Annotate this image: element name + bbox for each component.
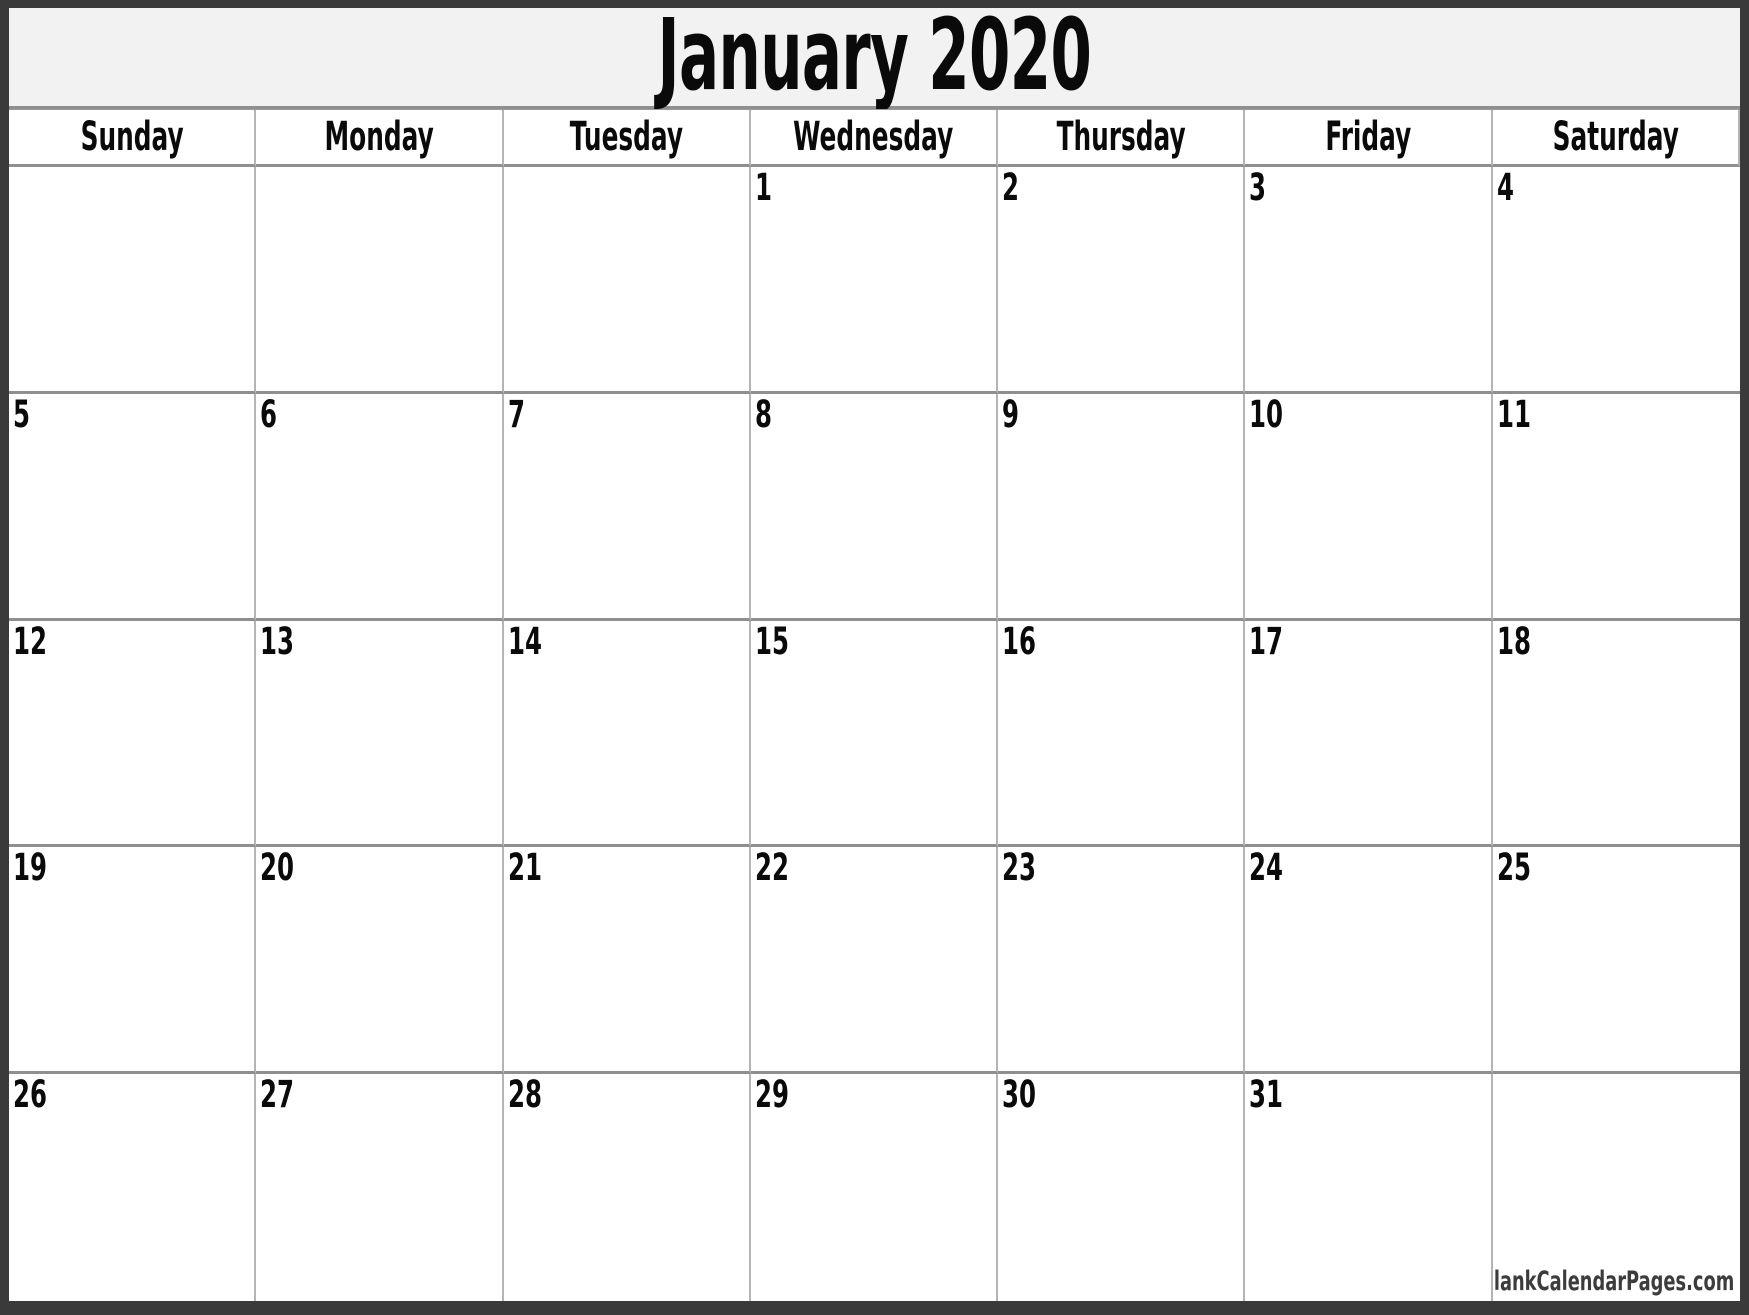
weekday-label: Monday — [324, 114, 434, 160]
day-cell[interactable] — [503, 167, 751, 394]
day-cell[interactable]: 3 — [1245, 167, 1493, 394]
day-cell[interactable]: 16 — [998, 620, 1246, 848]
day-number: 2 — [1002, 167, 1020, 209]
day-number: 17 — [1249, 620, 1284, 663]
day-cell[interactable]: 6 — [256, 393, 504, 621]
day-number: 19 — [13, 847, 47, 890]
day-number: 23 — [1002, 847, 1037, 890]
day-number: 28 — [507, 1074, 542, 1117]
site-credit: © BlankCalendarPages.com — [1492, 1266, 1734, 1297]
day-cell[interactable]: © BlankCalendarPages.com — [1492, 1074, 1740, 1301]
calendar-frame: January 2020 Sunday Monday Tuesday Wedne… — [0, 0, 1749, 1315]
weekday-header-thursday: Thursday — [998, 110, 1246, 167]
day-cell[interactable]: 28 — [503, 1074, 751, 1301]
calendar-grid: Sunday Monday Tuesday Wednesday Thursday… — [9, 110, 1740, 1301]
day-number: 22 — [754, 847, 789, 890]
day-number: 27 — [260, 1074, 295, 1117]
day-cell[interactable]: 4 — [1492, 167, 1740, 394]
day-cell[interactable]: 27 — [256, 1074, 504, 1301]
day-number: 31 — [1249, 1074, 1284, 1117]
day-number: 20 — [260, 847, 295, 890]
day-cell[interactable]: 12 — [9, 620, 257, 848]
day-number: 21 — [507, 847, 542, 890]
day-number: 29 — [754, 1074, 789, 1117]
day-number: 9 — [1002, 393, 1020, 436]
day-cell[interactable]: 20 — [256, 847, 504, 1075]
day-number: 6 — [260, 393, 278, 436]
day-cell[interactable]: 9 — [998, 393, 1246, 621]
weekday-header-wednesday: Wednesday — [750, 110, 999, 167]
weekday-label: Tuesday — [569, 114, 683, 160]
day-cell[interactable]: 13 — [256, 620, 504, 848]
day-number: 11 — [1496, 393, 1531, 436]
day-number: 15 — [754, 620, 789, 663]
day-number: 14 — [507, 620, 542, 663]
weekday-label: Saturday — [1552, 114, 1679, 160]
day-cell[interactable]: 21 — [503, 847, 751, 1075]
day-number: 18 — [1496, 620, 1531, 663]
day-number: 7 — [507, 393, 525, 436]
page-title: January 2020 — [657, 8, 1092, 110]
day-cell[interactable] — [256, 167, 504, 394]
weekday-header-tuesday: Tuesday — [503, 110, 751, 167]
weekday-header-friday: Friday — [1245, 110, 1493, 167]
day-number: 16 — [1002, 620, 1037, 663]
day-cell[interactable]: 15 — [750, 620, 999, 848]
day-number: 1 — [754, 167, 772, 209]
day-cell[interactable]: 14 — [503, 620, 751, 848]
day-number: 30 — [1002, 1074, 1037, 1117]
day-number: 5 — [13, 393, 30, 436]
weekday-header-sunday: Sunday — [9, 110, 257, 167]
day-cell[interactable]: 29 — [750, 1074, 999, 1301]
weekday-header-saturday: Saturday — [1492, 110, 1740, 167]
day-cell[interactable]: 8 — [750, 393, 999, 621]
day-cell[interactable]: 19 — [9, 847, 257, 1075]
day-cell[interactable]: 30 — [998, 1074, 1246, 1301]
day-number: 4 — [1496, 167, 1514, 209]
day-cell[interactable]: 7 — [503, 393, 751, 621]
day-number: 13 — [260, 620, 295, 663]
day-number: 26 — [13, 1074, 47, 1117]
day-cell[interactable]: 18 — [1492, 620, 1740, 848]
day-cell[interactable]: 31 — [1245, 1074, 1493, 1301]
weekday-label: Friday — [1325, 114, 1412, 160]
day-cell[interactable]: 5 — [9, 393, 257, 621]
day-cell[interactable]: 17 — [1245, 620, 1493, 848]
day-cell[interactable]: 25 — [1492, 847, 1740, 1075]
day-number: 10 — [1249, 393, 1284, 436]
day-cell[interactable]: 23 — [998, 847, 1246, 1075]
day-cell[interactable]: 10 — [1245, 393, 1493, 621]
day-number: 24 — [1249, 847, 1284, 890]
day-cell[interactable]: 22 — [750, 847, 999, 1075]
weekday-label: Sunday — [80, 114, 184, 160]
day-number: 3 — [1249, 167, 1267, 209]
day-cell[interactable]: 11 — [1492, 393, 1740, 621]
day-cell[interactable]: 2 — [998, 167, 1246, 394]
weekday-label: Wednesday — [793, 114, 954, 160]
day-cell[interactable]: 1 — [750, 167, 999, 394]
day-number: 25 — [1496, 847, 1531, 890]
day-number: 12 — [13, 620, 47, 663]
day-number: 8 — [754, 393, 772, 436]
weekday-header-monday: Monday — [256, 110, 504, 167]
day-cell[interactable]: 26 — [9, 1074, 257, 1301]
day-cell[interactable] — [9, 167, 257, 394]
calendar-title-bar: January 2020 — [9, 8, 1740, 110]
day-cell[interactable]: 24 — [1245, 847, 1493, 1075]
weekday-label: Thursday — [1056, 114, 1186, 160]
